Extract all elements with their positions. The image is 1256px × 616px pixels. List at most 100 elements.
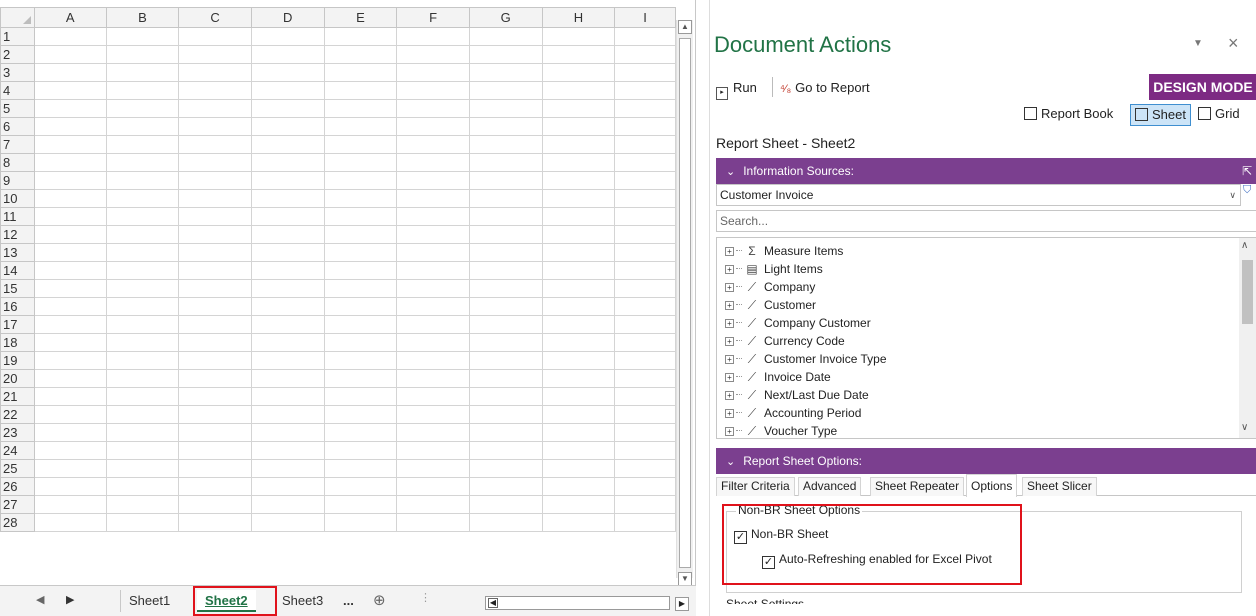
tree-item[interactable]: + ⟋ Invoice Date bbox=[725, 368, 831, 386]
grid-cell[interactable] bbox=[178, 117, 252, 136]
grid-cell[interactable] bbox=[541, 405, 616, 424]
column-header[interactable]: B bbox=[105, 7, 180, 28]
grid-cell[interactable] bbox=[105, 387, 180, 406]
grid-cell[interactable] bbox=[33, 27, 107, 46]
grid-cell[interactable] bbox=[33, 297, 107, 316]
tree-item[interactable]: + ▤ Light Items bbox=[725, 260, 823, 278]
grid-cell[interactable] bbox=[468, 351, 543, 370]
grid-cell[interactable] bbox=[541, 27, 616, 46]
column-header[interactable]: G bbox=[468, 7, 543, 28]
grid-cell[interactable] bbox=[323, 333, 398, 352]
grid-cell[interactable] bbox=[323, 513, 398, 532]
expand-icon[interactable]: + bbox=[725, 301, 734, 310]
grid-cell[interactable] bbox=[468, 495, 543, 514]
column-header[interactable]: I bbox=[614, 7, 676, 28]
grid-cell[interactable] bbox=[105, 405, 180, 424]
grid-cell[interactable] bbox=[33, 189, 107, 208]
grid-table[interactable]: ABCDEFGHI 1 2 3 4 5 6 7 8 9 10 11 12 13 14 15 16 17 18 19 2… bbox=[0, 7, 676, 532]
grid-cell[interactable] bbox=[396, 477, 470, 496]
grid-cell[interactable] bbox=[323, 477, 398, 496]
grid-cell[interactable] bbox=[468, 441, 543, 460]
grid-cell[interactable] bbox=[178, 495, 252, 514]
column-header[interactable]: A bbox=[33, 7, 107, 28]
grid-cell[interactable] bbox=[323, 63, 398, 82]
grid-cell[interactable] bbox=[105, 189, 180, 208]
grid-cell[interactable] bbox=[614, 333, 676, 352]
grid-cell[interactable] bbox=[614, 153, 676, 172]
grid-cell[interactable] bbox=[250, 153, 325, 172]
grid-cell[interactable] bbox=[33, 99, 107, 118]
grid-cell[interactable] bbox=[614, 405, 676, 424]
vertical-scrollbar[interactable]: ▲ ▼ bbox=[676, 20, 693, 586]
row-header[interactable]: 10 bbox=[0, 189, 35, 208]
grid-cell[interactable] bbox=[250, 477, 325, 496]
grid-cell[interactable] bbox=[33, 333, 107, 352]
grid-cell[interactable] bbox=[396, 441, 470, 460]
grid-cell[interactable] bbox=[105, 315, 180, 334]
column-header[interactable]: H bbox=[541, 7, 616, 28]
grid-cell[interactable] bbox=[396, 189, 470, 208]
grid-cell[interactable] bbox=[541, 135, 616, 154]
expand-icon[interactable]: + bbox=[725, 391, 734, 400]
grid-cell[interactable] bbox=[541, 189, 616, 208]
grid-cell[interactable] bbox=[541, 477, 616, 496]
scroll-up-arrow-icon[interactable]: ▲ bbox=[678, 20, 692, 34]
grid-cell[interactable] bbox=[323, 423, 398, 442]
grid-cell[interactable] bbox=[250, 207, 325, 226]
grid-cell[interactable] bbox=[396, 351, 470, 370]
grid-cell[interactable] bbox=[396, 513, 470, 532]
grid-cell[interactable] bbox=[541, 225, 616, 244]
grid-cell[interactable] bbox=[541, 99, 616, 118]
grid-cell[interactable] bbox=[323, 441, 398, 460]
pin-icon[interactable]: ⇱ bbox=[1242, 158, 1252, 184]
tab-advanced[interactable]: Advanced bbox=[798, 477, 862, 496]
grid-cell[interactable] bbox=[468, 27, 543, 46]
grid-cell[interactable] bbox=[105, 225, 180, 244]
grid-cell[interactable] bbox=[323, 351, 398, 370]
grid-cell[interactable] bbox=[396, 243, 470, 262]
grid-cell[interactable] bbox=[396, 45, 470, 64]
grid-cell[interactable] bbox=[468, 81, 543, 100]
grid-cell[interactable] bbox=[541, 261, 616, 280]
grid-cell[interactable] bbox=[396, 387, 470, 406]
grid-cell[interactable] bbox=[105, 351, 180, 370]
grid-cell[interactable] bbox=[614, 495, 676, 514]
grid-cell[interactable] bbox=[614, 513, 676, 532]
information-tree[interactable]: + Σ Measure Items + ▤ Light Items + ⟋ Company + ⟋ C… bbox=[716, 237, 1256, 439]
grid-cell[interactable] bbox=[323, 153, 398, 172]
grid-cell[interactable] bbox=[33, 243, 107, 262]
grid-cell[interactable] bbox=[105, 459, 180, 478]
grid-cell[interactable] bbox=[250, 225, 325, 244]
grid-cell[interactable] bbox=[105, 513, 180, 532]
grid-cell[interactable] bbox=[178, 225, 252, 244]
grid-cell[interactable] bbox=[396, 261, 470, 280]
grid-cell[interactable] bbox=[33, 171, 107, 190]
grid-cell[interactable] bbox=[468, 369, 543, 388]
row-header[interactable]: 28 bbox=[0, 513, 35, 532]
grid-cell[interactable] bbox=[250, 369, 325, 388]
row-header[interactable]: 13 bbox=[0, 243, 35, 262]
cell-grid[interactable]: ABCDEFGHI 1 2 3 4 5 6 7 8 9 10 11 12 13 14 15 16 17 18 19 2… bbox=[0, 7, 676, 578]
tree-scrollbar[interactable]: ∧ ∨ bbox=[1239, 238, 1256, 438]
tree-item[interactable]: + ⟋ Company Customer bbox=[725, 314, 871, 332]
grid-cell[interactable] bbox=[396, 315, 470, 334]
grid-cell[interactable] bbox=[541, 117, 616, 136]
tree-item[interactable]: + ⟋ Accounting Period bbox=[725, 404, 861, 422]
grid-cell[interactable] bbox=[396, 27, 470, 46]
grid-cell[interactable] bbox=[396, 117, 470, 136]
grid-cell[interactable] bbox=[323, 225, 398, 244]
tree-item[interactable]: + ⟋ Currency Code bbox=[725, 332, 845, 350]
row-header[interactable]: 15 bbox=[0, 279, 35, 298]
grid-cell[interactable] bbox=[178, 99, 252, 118]
scroll-right-arrow-icon[interactable]: ▶ bbox=[675, 597, 689, 611]
column-header[interactable]: C bbox=[178, 7, 252, 28]
grid-cell[interactable] bbox=[178, 279, 252, 298]
grid-cell[interactable] bbox=[250, 297, 325, 316]
grid-cell[interactable] bbox=[33, 117, 107, 136]
row-header[interactable]: 11 bbox=[0, 207, 35, 226]
grid-cell[interactable] bbox=[396, 369, 470, 388]
row-header[interactable]: 3 bbox=[0, 63, 35, 82]
grid-cell[interactable] bbox=[323, 495, 398, 514]
grid-cell[interactable] bbox=[250, 441, 325, 460]
grid-cell[interactable] bbox=[323, 405, 398, 424]
